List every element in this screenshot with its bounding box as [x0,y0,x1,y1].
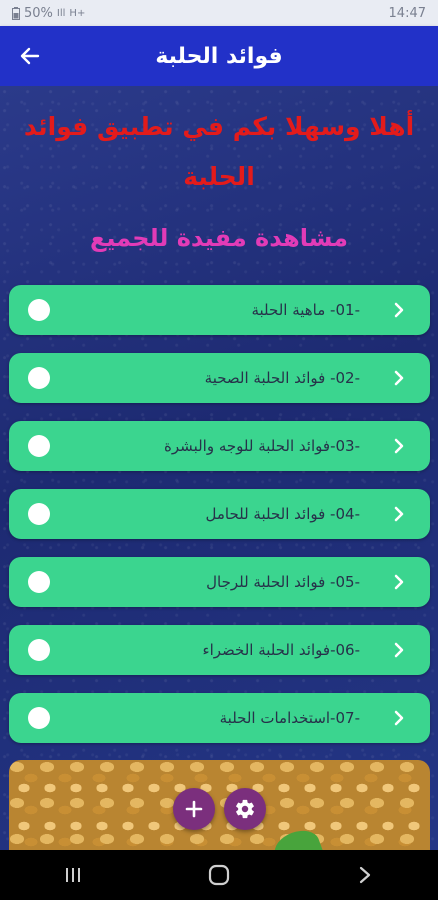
main-content: أهلا وسهلا بكم في تطبيق فوائد الحلبة مشا… [0,86,438,850]
back-button[interactable] [14,40,46,72]
chevron-right-icon [394,370,404,386]
home-button[interactable] [199,855,239,895]
menu-item-03[interactable]: -03-فوائد الحلبة للوجه والبشرة [9,421,430,471]
signal-indicator: Ill [56,7,66,19]
plus-icon [185,800,203,818]
menu-dot-icon [28,639,50,661]
welcome-text: أهلا وسهلا بكم في تطبيق فوائد الحلبة [23,112,415,191]
menu-dot-icon [28,503,50,525]
menu-dot-icon [28,299,50,321]
menu-item-label: -02- فوائد الحلبة الصحية [204,369,360,387]
menu-dot-icon [28,435,50,457]
app-bar: فوائد الحلبة [0,26,438,86]
menu-item-label: -06-فوائد الحلبة الخضراء [202,641,360,659]
chevron-right-icon [394,710,404,726]
chevron-right-icon [394,438,404,454]
chevron-right-icon [394,302,404,318]
network-type: H+ [69,7,86,19]
menu-item-04[interactable]: -04- فوائد الحلبة للحامل [9,489,430,539]
recent-apps-icon [66,868,80,882]
menu-item-label: -01- ماهية الحلبة [251,301,360,319]
menu-item-07[interactable]: -07-استخدامات الحلبة [9,693,430,743]
nav-back-button[interactable] [345,855,385,895]
status-indicators: 50% Ill H+ [12,6,85,21]
menu-dot-icon [28,571,50,593]
battery-level: 50% [24,5,53,21]
settings-button[interactable] [224,788,266,830]
back-chevron-icon [359,866,371,884]
status-bar: 50% Ill H+ 14:47 [0,0,438,26]
system-nav-bar [0,850,438,900]
arrow-left-icon [20,47,40,65]
menu-item-02[interactable]: -02- فوائد الحلبة الصحية [9,353,430,403]
chevron-right-icon [394,574,404,590]
status-time: 14:47 [388,5,426,21]
recent-apps-button[interactable] [53,855,93,895]
home-icon [208,864,230,886]
menu-item-label: -05- فوائد الحلبة للرجال [206,573,360,591]
chevron-right-icon [394,642,404,658]
menu-item-05[interactable]: -05- فوائد الحلبة للرجال [9,557,430,607]
menu-item-label: -03-فوائد الحلبة للوجه والبشرة [164,437,360,455]
fenugreek-seeds-image [9,760,430,850]
menu-dot-icon [28,707,50,729]
leaf-shape [270,825,324,850]
gear-icon [236,799,254,819]
app-title: فوائد الحلبة [155,43,283,69]
menu-item-label: -07-استخدامات الحلبة [219,709,360,727]
add-button[interactable] [173,788,215,830]
menu-item-01[interactable]: -01- ماهية الحلبة [9,285,430,335]
menu-item-06[interactable]: -06-فوائد الحلبة الخضراء [9,625,430,675]
subtitle: مشاهدة مفيدة للجميع [89,224,349,252]
menu-item-label: -04- فوائد الحلبة للحامل [205,505,360,523]
battery-icon [12,6,20,20]
chevron-right-icon [394,506,404,522]
menu-dot-icon [28,367,50,389]
